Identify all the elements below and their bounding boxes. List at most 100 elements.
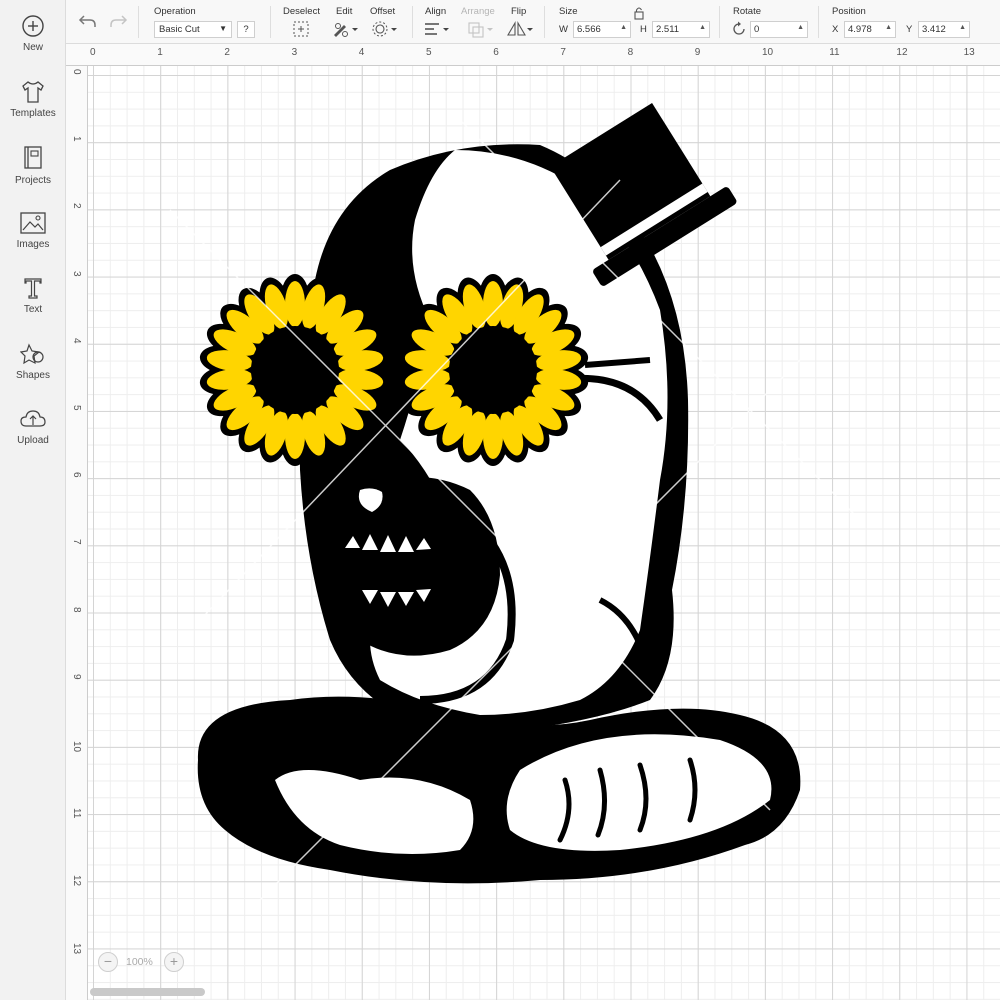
height-value: 2.511 bbox=[656, 24, 680, 35]
plus-circle-icon bbox=[22, 15, 44, 37]
sidebar-item-label: Text bbox=[23, 304, 43, 315]
sidebar-item-label: Upload bbox=[17, 435, 49, 446]
vertical-ruler: 0 1 2 3 4 5 6 7 8 9 10 11 12 13 bbox=[66, 66, 88, 1000]
sidebar-item-label: Images bbox=[16, 239, 50, 250]
rotate-value: 0 bbox=[754, 24, 760, 35]
sidebar-item-new[interactable]: New bbox=[0, 14, 66, 74]
sidebar-item-images[interactable]: Images bbox=[0, 211, 66, 271]
operation-value: Basic Cut bbox=[159, 24, 200, 35]
ruler-top-label: 10 bbox=[762, 47, 774, 58]
projects-book-icon bbox=[24, 146, 42, 169]
ruler-top-label: 1 bbox=[157, 47, 163, 58]
stepper-arrows-icon[interactable]: ▲ bbox=[797, 24, 804, 31]
mouth bbox=[330, 476, 500, 656]
ruler-top-label: 0 bbox=[90, 47, 96, 58]
height-input[interactable]: 2.511 ▲ bbox=[652, 21, 710, 38]
offset-label: Offset bbox=[370, 6, 396, 17]
ruler-top-label: 6 bbox=[493, 47, 499, 58]
position-x-value: 4.978 bbox=[848, 24, 872, 35]
operation-select[interactable]: Basic Cut ▼ bbox=[154, 21, 232, 38]
zoom-out-button[interactable]: − bbox=[98, 952, 118, 972]
position-label: Position bbox=[832, 6, 866, 17]
zoom-level: 100% bbox=[126, 956, 153, 968]
sidebar-item-label: Templates bbox=[10, 108, 56, 119]
width-value: 6.566 bbox=[577, 24, 601, 35]
ruler-top-label: 13 bbox=[963, 47, 975, 58]
rotate-input[interactable]: 0 ▲ bbox=[750, 21, 808, 38]
clown-design[interactable] bbox=[88, 66, 1000, 1000]
ruler-left-label: 3 bbox=[71, 270, 82, 277]
sidebar-item-templates[interactable]: Templates bbox=[0, 80, 66, 140]
ruler-left-label: 11 bbox=[71, 808, 82, 819]
stepper-arrows-icon[interactable]: ▲ bbox=[885, 24, 892, 31]
size-width-letter: W bbox=[559, 24, 568, 35]
align-icon[interactable] bbox=[422, 20, 450, 38]
sidebar-item-projects[interactable]: Projects bbox=[0, 145, 66, 205]
operation-help-button[interactable]: ? bbox=[237, 21, 255, 38]
toolbar-divider bbox=[270, 6, 271, 38]
sunflower-petal bbox=[285, 281, 305, 327]
ruler-left-label: 7 bbox=[71, 539, 82, 545]
flip-icon[interactable] bbox=[506, 20, 534, 38]
position-x-input[interactable]: 4.978 ▲ bbox=[844, 21, 896, 38]
left-sidebar: New Templates Projects Images Text Shape… bbox=[0, 0, 66, 1000]
ruler-left-label: 5 bbox=[71, 405, 82, 411]
toolbar-divider bbox=[818, 6, 819, 38]
sidebar-item-text[interactable]: Text bbox=[0, 276, 66, 336]
ruler-left-label: 9 bbox=[71, 673, 82, 680]
toolbar-divider bbox=[544, 6, 545, 38]
toolbar-divider bbox=[719, 6, 720, 38]
stepper-arrows-icon[interactable]: ▲ bbox=[699, 24, 706, 31]
stepper-arrows-icon[interactable]: ▲ bbox=[620, 24, 627, 31]
flip-label: Flip bbox=[511, 6, 527, 17]
edit-tools-icon[interactable] bbox=[331, 20, 359, 38]
sidebar-item-label: Shapes bbox=[16, 370, 50, 381]
shapes-icon bbox=[20, 343, 44, 365]
horizontal-ruler: 0 1 2 3 4 5 6 7 8 9 10 11 12 13 bbox=[66, 44, 1000, 66]
horizontal-scrollbar[interactable] bbox=[90, 988, 205, 996]
position-x-letter: X bbox=[832, 24, 839, 35]
stepper-arrows-icon[interactable]: ▲ bbox=[959, 24, 966, 31]
arrange-icon[interactable] bbox=[466, 20, 494, 38]
position-y-letter: Y bbox=[906, 24, 913, 35]
rotate-label: Rotate bbox=[733, 6, 761, 17]
ruler-left-label: 6 bbox=[71, 472, 82, 478]
cloud-upload-icon bbox=[20, 410, 46, 427]
arrange-label: Arrange bbox=[461, 6, 495, 17]
sidebar-item-shapes[interactable]: Shapes bbox=[0, 342, 66, 402]
width-input[interactable]: 6.566 ▲ bbox=[573, 21, 631, 38]
sunflower-petal bbox=[285, 413, 305, 459]
ruler-left-label: 2 bbox=[71, 203, 82, 209]
ruler-top-label: 5 bbox=[426, 47, 432, 58]
position-y-value: 3.412 bbox=[922, 24, 946, 35]
ruler-left-label: 0 bbox=[71, 69, 82, 75]
ruler-top-label: 3 bbox=[291, 47, 298, 58]
ruler-left-label: 12 bbox=[71, 875, 82, 887]
offset-icon[interactable] bbox=[370, 20, 398, 38]
size-height-letter: H bbox=[640, 24, 647, 35]
zoom-in-button[interactable]: + bbox=[164, 952, 184, 972]
ruler-left-label: 13 bbox=[71, 942, 82, 954]
sidebar-item-upload[interactable]: Upload bbox=[0, 407, 66, 467]
design-canvas[interactable] bbox=[88, 66, 1000, 1000]
ruler-left-label: 10 bbox=[71, 741, 82, 753]
sidebar-item-label: Projects bbox=[14, 175, 52, 186]
edit-label: Edit bbox=[336, 6, 353, 17]
deselect-label: Deselect bbox=[283, 6, 320, 17]
lock-icon[interactable] bbox=[633, 6, 645, 20]
chevron-down-icon: ▼ bbox=[219, 24, 227, 33]
sunflower-petal bbox=[483, 413, 503, 459]
rotate-icon bbox=[733, 21, 745, 35]
undo-icon[interactable] bbox=[78, 12, 98, 30]
ruler-left-label: 1 bbox=[71, 136, 82, 142]
tshirt-icon bbox=[22, 81, 44, 103]
ruler-top-label: 11 bbox=[829, 47, 840, 58]
size-label: Size bbox=[559, 6, 578, 17]
ruler-left-label: 8 bbox=[71, 606, 82, 613]
position-y-input[interactable]: 3.412 ▲ bbox=[918, 21, 970, 38]
toolbar-divider bbox=[412, 6, 413, 38]
deselect-icon[interactable] bbox=[291, 20, 311, 38]
design-space-app: New Templates Projects Images Text Shape… bbox=[0, 0, 1000, 1000]
operation-label: Operation bbox=[154, 6, 196, 17]
redo-icon[interactable] bbox=[108, 12, 128, 30]
